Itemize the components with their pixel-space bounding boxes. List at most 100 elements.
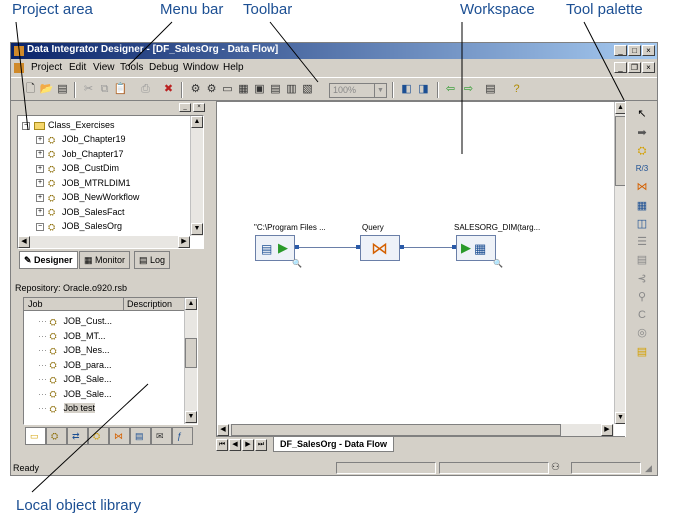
annotation-icon[interactable]: ▤	[635, 345, 649, 359]
scroll-right-icon[interactable]: ▶	[601, 424, 613, 436]
list-item[interactable]: ··· ⛭ JOB_Nes...	[38, 343, 112, 358]
target-node[interactable]: ▶ ▦	[456, 235, 496, 261]
dataflow-icon[interactable]: ⛭	[635, 144, 649, 158]
functions-tab-icon[interactable]: ƒ	[172, 427, 193, 445]
compare-all-icon[interactable]: ◨	[416, 82, 431, 97]
tree-item[interactable]: + ⛭ JOB_MTRLDIM1	[36, 176, 139, 191]
projects-tab-icon[interactable]: ▭	[25, 427, 46, 445]
workspace-tab[interactable]: DF_SalesOrg - Data Flow	[273, 437, 395, 452]
library-scrollbar[interactable]: ▲ ▼	[184, 298, 197, 424]
next-tab-icon[interactable]: ▶	[242, 439, 254, 451]
project-tree-scrollbar[interactable]: ▲ ▼	[190, 116, 203, 236]
open-icon[interactable]: 📂	[39, 82, 54, 97]
scroll-left-icon[interactable]: ◀	[217, 424, 229, 436]
list-item[interactable]: ··· ⛭ JOB_Sale...	[38, 372, 112, 387]
tab-designer[interactable]: ✎ Designer	[19, 251, 78, 269]
dataflows-tab-icon[interactable]: ⛭	[88, 427, 109, 445]
doc-minimize-button[interactable]: _	[614, 62, 627, 73]
doc-restore-button[interactable]: ❐	[628, 62, 641, 73]
scroll-left-icon[interactable]: ◀	[18, 236, 30, 248]
scroll-up-icon[interactable]: ▲	[185, 298, 197, 310]
scroll-down-icon[interactable]: ▼	[191, 223, 203, 235]
output-window-icon[interactable]: ▦	[236, 82, 251, 97]
back-arrow-icon[interactable]: ⇦	[443, 82, 458, 97]
project-tree-root[interactable]: − Class_Exercises	[22, 118, 115, 133]
formats-tab-icon[interactable]: ✉	[151, 427, 172, 445]
menu-view[interactable]: View	[93, 62, 115, 73]
chevron-down-icon[interactable]: ▼	[374, 84, 386, 97]
workspace-hscrollbar[interactable]: ◀ ▶	[217, 424, 614, 436]
maximize-button[interactable]: □	[628, 45, 641, 56]
catch-icon[interactable]: C	[635, 308, 649, 322]
magnifier-icon[interactable]: 🔍	[292, 259, 302, 268]
delete-icon[interactable]: ✖	[161, 82, 176, 97]
tree-item[interactable]: + ⛭ JOB_NewWorkflow	[36, 190, 139, 205]
data-transport-icon[interactable]: ☰	[635, 235, 649, 249]
jobs-tab-icon[interactable]: ⛭	[46, 427, 67, 445]
forward-arrow-icon[interactable]: ⇨	[461, 82, 476, 97]
workflow-icon[interactable]: ➡	[635, 126, 649, 140]
minimize-button[interactable]: _	[614, 45, 627, 56]
tree-item[interactable]: + ⛭ JOb_Chapter19	[36, 132, 139, 147]
resize-grip-icon[interactable]: ◢	[645, 463, 652, 474]
project-area-icon[interactable]: ▭	[220, 82, 235, 97]
script-icon[interactable]: ▤	[635, 253, 649, 267]
transforms-tab-icon[interactable]: ⋈	[109, 427, 130, 445]
project-tree-hscrollbar[interactable]: ◀ ▶	[18, 236, 190, 248]
last-tab-icon[interactable]: ⏭	[255, 439, 267, 451]
conditional-icon[interactable]: ⊰	[635, 272, 649, 286]
scroll-thumb[interactable]	[185, 338, 197, 368]
template-xml-icon[interactable]: ◫	[635, 217, 649, 231]
cut-icon[interactable]: ✂	[81, 82, 96, 97]
first-tab-icon[interactable]: ⏮	[216, 439, 228, 451]
workspace-canvas[interactable]: "C:\Program Files ... ▤ ▶ 🔍 Query ⋈ SALE…	[216, 101, 626, 437]
paste-icon[interactable]: 📋	[113, 82, 128, 97]
list-item[interactable]: ··· ⛭ JOB_MT...	[38, 329, 112, 344]
scroll-right-icon[interactable]: ▶	[178, 236, 190, 248]
list-item[interactable]: ··· ⛭ JOB_Cust...	[38, 314, 112, 329]
r3-dataflow-icon[interactable]: R/3	[635, 162, 649, 176]
tree-item[interactable]: − ⛭ JOB_SalesOrg	[36, 219, 139, 234]
pointer-icon[interactable]: ↖	[635, 107, 649, 121]
magnifier-icon[interactable]: 🔍	[493, 259, 503, 268]
menu-tools[interactable]: Tools	[120, 62, 143, 73]
try-icon[interactable]: ⚲	[635, 290, 649, 304]
export-icon[interactable]: ▤	[483, 82, 498, 97]
doc-close-button[interactable]: ×	[642, 62, 655, 73]
scroll-down-icon[interactable]: ▼	[185, 411, 197, 423]
save-all-icon[interactable]: ▤	[55, 82, 70, 97]
zoom-select[interactable]: 100% ▼	[329, 83, 387, 98]
compare-icon[interactable]: ◧	[399, 82, 414, 97]
print-icon[interactable]: ⎙	[138, 82, 153, 97]
scroll-thumb[interactable]	[231, 424, 561, 436]
prev-tab-icon[interactable]: ◀	[229, 439, 241, 451]
column-header-description[interactable]: Description	[124, 298, 184, 311]
copy-icon[interactable]: ⧉	[97, 82, 112, 97]
menu-window[interactable]: Window	[183, 62, 219, 73]
workflows-tab-icon[interactable]: ⇄	[67, 427, 88, 445]
list-item[interactable]: ··· ⛭ JOB_Sale...	[38, 387, 112, 402]
new-icon[interactable]: 🗋	[23, 82, 38, 97]
menu-project[interactable]: Project	[31, 62, 62, 73]
list-item[interactable]: ··· ⛭ Job test	[38, 401, 112, 416]
object-library-icon[interactable]: ▤	[268, 82, 283, 97]
variables-icon[interactable]: ▣	[252, 82, 267, 97]
menu-edit[interactable]: Edit	[69, 62, 86, 73]
validate-icon[interactable]: ⚙	[188, 82, 203, 97]
query-node[interactable]: ⋈	[360, 235, 400, 261]
datastores-tab-icon[interactable]: ▤	[130, 427, 151, 445]
tree-item[interactable]: + ⛭ JOB_CustDim	[36, 161, 139, 176]
central-library-icon[interactable]: ▧	[300, 82, 315, 97]
tree-item[interactable]: + ⛭ JOB_SalesFact	[36, 205, 139, 220]
float-icon[interactable]: _	[179, 103, 191, 112]
scroll-up-icon[interactable]: ▲	[191, 116, 203, 128]
help-icon[interactable]: ?	[509, 82, 524, 97]
source-node[interactable]: ▤ ▶	[255, 235, 295, 261]
menu-debug[interactable]: Debug	[149, 62, 178, 73]
validate-all-icon[interactable]: ⚙	[204, 82, 219, 97]
template-table-icon[interactable]: ▦	[635, 199, 649, 213]
close-button[interactable]: ×	[642, 45, 655, 56]
tab-log[interactable]: ▤ Log	[134, 251, 171, 269]
while-loop-icon[interactable]: ◎	[635, 326, 649, 340]
list-item[interactable]: ··· ⛭ JOB_para...	[38, 358, 112, 373]
